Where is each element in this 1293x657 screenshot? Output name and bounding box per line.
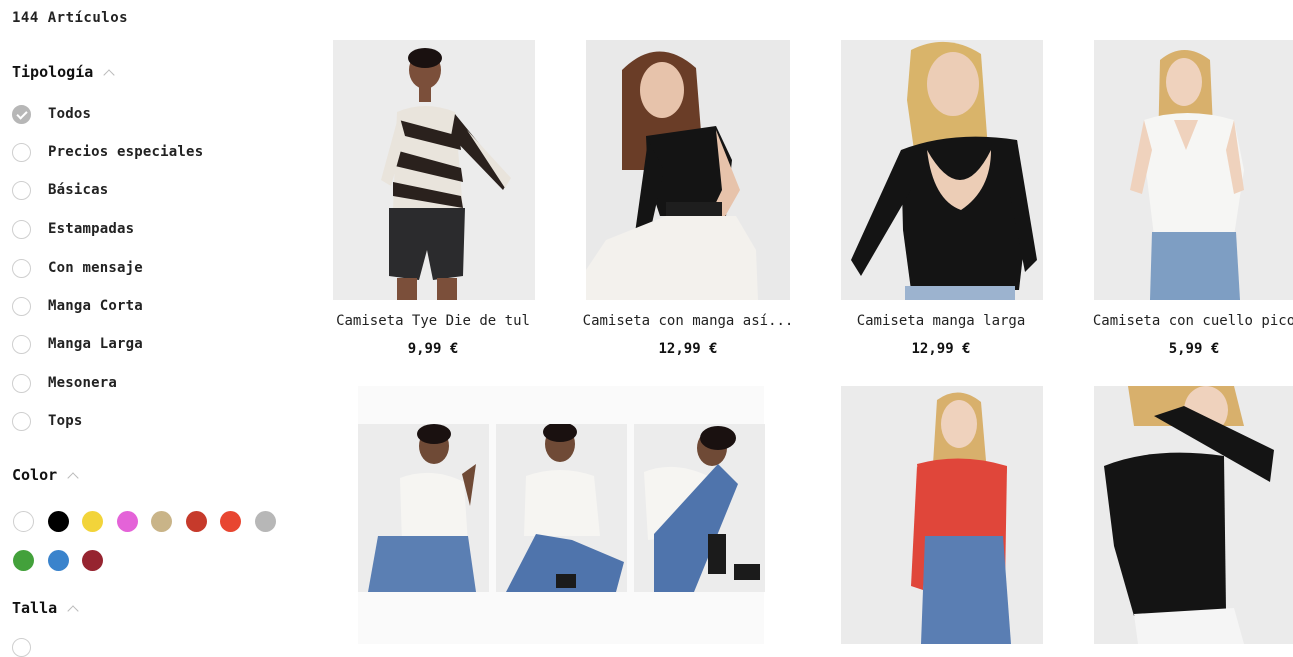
color-swatch[interactable] xyxy=(254,511,276,532)
radio-checked-icon[interactable] xyxy=(12,104,31,124)
radio-icon[interactable] xyxy=(12,411,31,431)
product-name[interactable]: Camiseta manga larga xyxy=(826,313,1056,329)
product-name[interactable]: Camiseta Tye Die de tul xyxy=(318,313,548,329)
product-name[interactable]: Camiseta con cuello pico xyxy=(1079,313,1293,329)
radio-icon[interactable] xyxy=(12,142,31,162)
filter-option-estampadas[interactable]: Estampadas xyxy=(12,218,134,240)
filter-option-label: Todos xyxy=(48,106,92,122)
product-photo xyxy=(333,40,535,300)
color-filter-header[interactable]: Color xyxy=(12,466,79,484)
color-swatch[interactable] xyxy=(82,550,103,571)
radio-icon[interactable] xyxy=(12,334,31,354)
talla-filter-header[interactable]: Talla xyxy=(12,599,79,617)
color-swatch[interactable] xyxy=(82,511,103,532)
tipologia-filter-header[interactable]: Tipología xyxy=(12,63,115,81)
collage-photo-1 xyxy=(358,424,489,592)
radio-icon[interactable] xyxy=(12,258,31,278)
chevron-up-icon[interactable] xyxy=(103,68,115,81)
product-photo xyxy=(634,424,765,592)
product-photo xyxy=(841,386,1043,644)
chevron-up-icon[interactable] xyxy=(67,471,79,484)
product-image-collage[interactable] xyxy=(358,386,765,644)
filter-option-label: Manga Larga xyxy=(48,336,143,352)
color-swatch[interactable] xyxy=(13,550,34,571)
product-image-top-negro-fruncido[interactable] xyxy=(1094,386,1293,644)
product-image-cuello-pico[interactable] xyxy=(1094,40,1293,300)
filter-option-label: Tops xyxy=(48,413,83,429)
color-swatch[interactable] xyxy=(47,511,69,532)
talla-title: Talla xyxy=(12,599,58,617)
filter-option-basicas[interactable]: Básicas xyxy=(12,179,108,201)
product-photo xyxy=(1094,386,1293,644)
filter-option-precios-especiales[interactable]: Precios especiales xyxy=(12,141,203,163)
filter-option-manga-larga[interactable]: Manga Larga xyxy=(12,333,143,355)
tipologia-title: Tipología xyxy=(12,63,94,81)
product-photo xyxy=(496,424,627,592)
product-image-top-rojo[interactable] xyxy=(841,386,1043,644)
radio-icon[interactable] xyxy=(12,373,31,393)
product-price: 5,99 € xyxy=(1168,341,1220,357)
color-swatch[interactable] xyxy=(116,511,138,532)
product-photo xyxy=(586,40,790,300)
product-image-manga-asimetrica[interactable] xyxy=(586,40,790,300)
product-image-tye-die[interactable] xyxy=(333,40,535,300)
color-swatch[interactable] xyxy=(13,511,34,532)
filter-option-label: Mesonera xyxy=(48,375,118,391)
collage-photo-2 xyxy=(496,424,627,592)
product-name[interactable]: Camiseta con manga así... xyxy=(573,313,803,329)
collage-photo-3 xyxy=(634,424,765,592)
product-photo xyxy=(358,424,489,592)
product-photo xyxy=(1094,40,1293,300)
filter-option-con-mensaje[interactable]: Con mensaje xyxy=(12,257,143,279)
radio-icon[interactable] xyxy=(12,219,31,239)
chevron-up-icon[interactable] xyxy=(67,604,79,617)
color-title: Color xyxy=(12,466,58,484)
radio-icon[interactable] xyxy=(12,638,31,657)
filter-option-tops[interactable]: Tops xyxy=(12,410,83,432)
product-price: 9,99 € xyxy=(407,341,459,357)
filter-option-label: Con mensaje xyxy=(48,260,143,276)
product-photo xyxy=(841,40,1043,300)
filter-option-label: Básicas xyxy=(48,182,109,198)
color-swatch[interactable] xyxy=(220,511,241,532)
filter-option-label: Manga Corta xyxy=(48,298,143,314)
color-swatch[interactable] xyxy=(151,511,172,532)
filter-option-label: Estampadas xyxy=(48,221,135,237)
results-count: 144 Artículos xyxy=(12,10,129,26)
filter-option-manga-corta[interactable]: Manga Corta xyxy=(12,295,143,317)
color-swatch[interactable] xyxy=(185,511,207,532)
radio-icon[interactable] xyxy=(12,180,31,200)
product-image-manga-larga[interactable] xyxy=(841,40,1043,300)
filter-option-todos[interactable]: Todos xyxy=(12,103,91,125)
product-price: 12,99 € xyxy=(911,341,971,357)
radio-icon[interactable] xyxy=(12,296,31,316)
filter-option-label: Precios especiales xyxy=(48,144,204,160)
filter-option-mesonera[interactable]: Mesonera xyxy=(12,372,117,394)
product-price: 12,99 € xyxy=(658,341,718,357)
color-swatch[interactable] xyxy=(47,550,69,571)
